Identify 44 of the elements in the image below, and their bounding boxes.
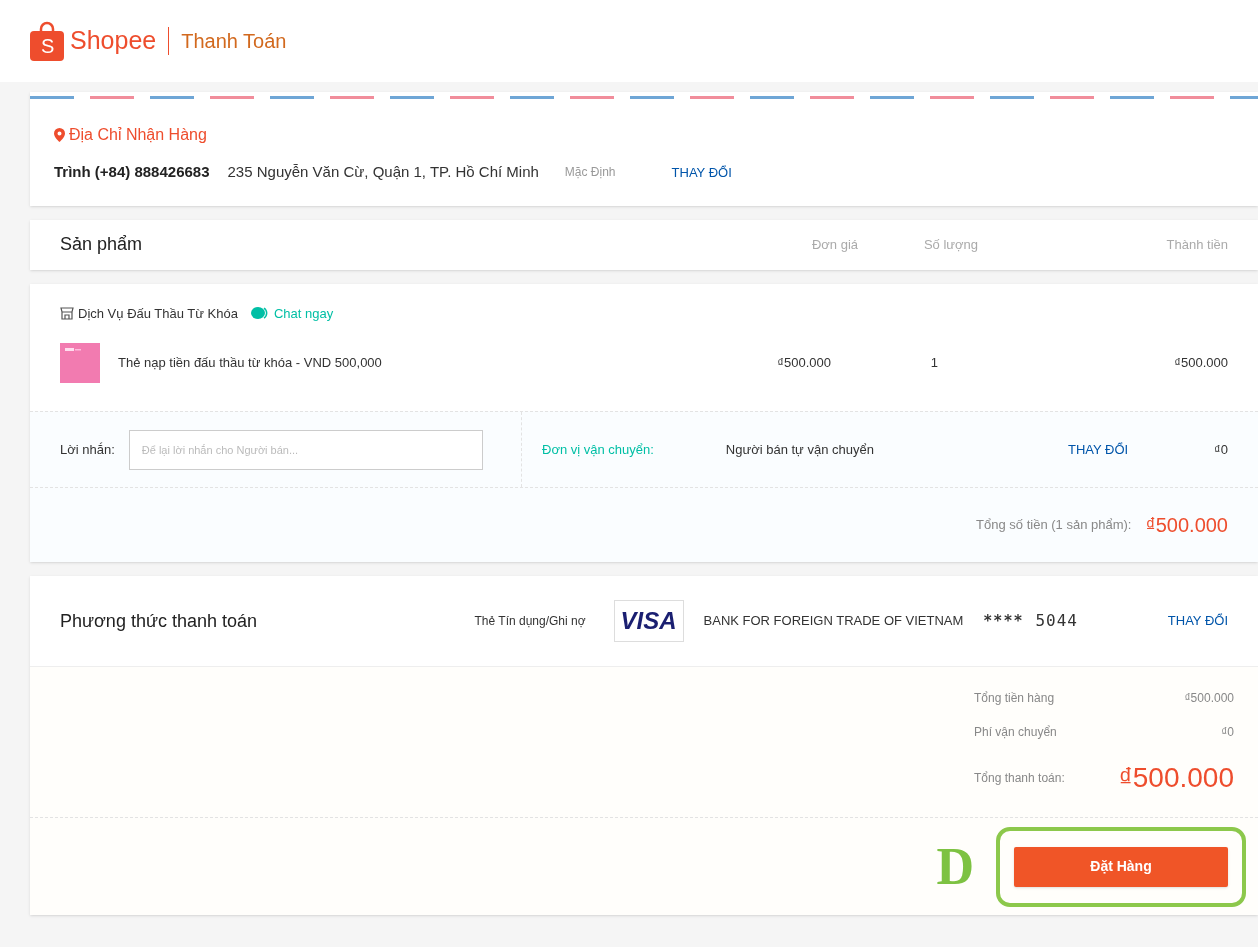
- chat-bubble-icon: [250, 306, 270, 321]
- logo-letter: S: [41, 36, 55, 56]
- change-payment-link[interactable]: THAY ĐỔI: [1078, 611, 1228, 631]
- shipping-method: Người bán tự vận chuyển: [725, 440, 875, 459]
- bank-name: BANK FOR FOREIGN TRADE OF VIETNAM: [703, 612, 964, 631]
- card-last-digits: 5044: [1035, 610, 1078, 632]
- summary-label: Tổng tiền hàng: [974, 690, 1056, 707]
- order-total-label: Tổng số tiền (1 sản phẩm):: [976, 516, 1132, 535]
- summary-value: ₫0: [1221, 724, 1234, 741]
- message-label: Lời nhắn:: [60, 440, 115, 459]
- shop-icon: [60, 306, 74, 320]
- default-tag: Mặc Định: [564, 163, 616, 182]
- page-title: Thanh Toán: [181, 29, 287, 54]
- change-shipping-link[interactable]: THAY ĐỔI: [1068, 439, 1188, 460]
- shipping-label: Đơn vị vận chuyển:: [542, 440, 654, 459]
- shop-name: Dịch Vụ Đấu Thầu Từ Khóa: [78, 304, 238, 323]
- payment-method-heading: Phương thức thanh toán: [60, 609, 259, 633]
- recipient-name-phone: Trình (+84) 888426683: [54, 162, 210, 182]
- order-total-amount: ₫500.000: [1145, 513, 1228, 538]
- visa-logo: VISA: [613, 600, 684, 642]
- column-header: Thành tiền: [1165, 235, 1228, 254]
- address-title: Địa Chỉ Nhận Hàng: [69, 125, 207, 145]
- annotation-letter: D: [936, 840, 974, 893]
- shopping-bag-icon: [30, 21, 64, 61]
- card-type: Thẻ Tín dụng/Ghi nợ: [474, 613, 586, 630]
- column-header: Số lượng: [922, 235, 978, 254]
- message-field[interactable]: Để lại lời nhắn cho Người bán...: [128, 429, 483, 470]
- summary-value: ₫500.000: [1184, 690, 1234, 707]
- location-pin-icon: [54, 128, 65, 142]
- card-mask: ****: [983, 610, 1024, 632]
- grand-total-amount: ₫500.000: [1118, 761, 1234, 795]
- products-heading: Sản phẩm: [60, 233, 144, 256]
- unit-price: ₫500.000: [776, 354, 831, 373]
- brand-name: Shopee: [70, 25, 157, 57]
- quantity: 1: [929, 354, 938, 373]
- product-name: Thẻ nạp tiền đấu thầu từ khóa - VND 500,000: [118, 354, 383, 373]
- product-thumbnail: [60, 343, 100, 383]
- summary-label: Tổng thanh toán:: [974, 770, 1066, 787]
- recipient-address: 235 Nguyễn Văn Cừ, Quận 1, TP. Hồ Chí Minh: [227, 162, 539, 182]
- change-address-link[interactable]: THAY ĐỔI: [671, 162, 732, 182]
- item-subtotal: ₫500.000: [1173, 354, 1228, 373]
- summary-label: Phí vận chuyển: [974, 724, 1058, 741]
- column-header: Đơn giá: [810, 235, 858, 254]
- shipping-fee: ₫0: [1213, 440, 1228, 459]
